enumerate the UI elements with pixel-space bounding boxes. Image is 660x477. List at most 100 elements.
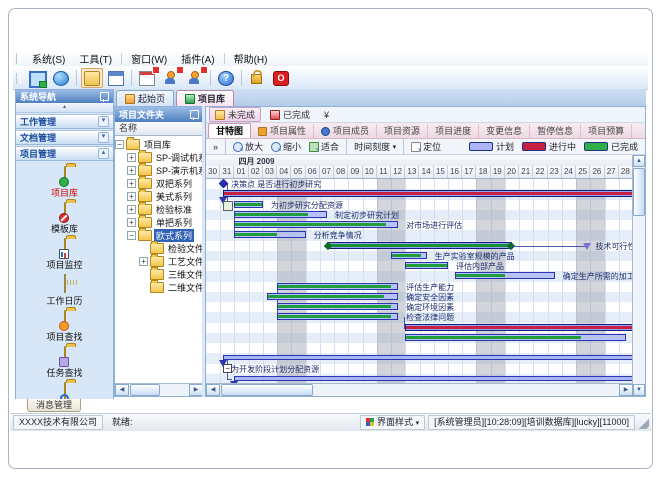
gantt-task-bar[interactable] xyxy=(234,231,305,238)
gantt-task-bar[interactable] xyxy=(234,221,398,228)
zoom-in-button[interactable]: 放大 xyxy=(229,140,267,153)
scroll-left-icon[interactable]: ◀ xyxy=(115,384,129,396)
filter-more-button[interactable]: ¥ xyxy=(319,108,334,121)
sidebar-section-work[interactable]: 工作管理 ▾ xyxy=(16,114,113,129)
screen-button[interactable] xyxy=(26,68,48,88)
menu-plugins[interactable]: 插件(A) xyxy=(174,50,221,67)
folder-button[interactable] xyxy=(81,68,103,88)
sidebar-item-project-library[interactable]: 项目库 xyxy=(16,167,113,199)
locate-button[interactable]: 定位 xyxy=(407,140,445,153)
lock-button[interactable] xyxy=(246,68,268,88)
tab-message-management[interactable]: 消息管理 xyxy=(27,399,81,412)
menu-system[interactable]: 系统(S) xyxy=(25,50,72,67)
gantt-task-bar[interactable] xyxy=(391,252,427,259)
expand-icon[interactable]: + xyxy=(127,179,136,188)
gantt-summary-bar[interactable] xyxy=(327,242,512,249)
user-group-button[interactable] xyxy=(184,68,206,88)
scroll-left-icon[interactable]: ◀ xyxy=(206,384,220,396)
sidebar-item-project-monitor[interactable]: 项目监控 xyxy=(16,239,113,271)
globe-button[interactable] xyxy=(50,68,72,88)
gantt-task-bar[interactable] xyxy=(234,201,262,208)
sidebar-item-work-calendar[interactable]: 工作日历 xyxy=(16,275,113,307)
gantt-task-bar[interactable] xyxy=(267,293,398,300)
gantt-task-bar[interactable] xyxy=(234,211,327,218)
resize-grip-icon[interactable] xyxy=(639,419,649,429)
fit-button[interactable]: 适合 xyxy=(305,140,343,153)
scroll-up-icon[interactable]: ▲ xyxy=(633,155,645,167)
sidebar-collapse-strip[interactable]: ▴ xyxy=(16,103,113,113)
overflow-button[interactable]: » xyxy=(209,140,222,153)
gantt-task-bar[interactable] xyxy=(405,262,448,269)
tree-item[interactable]: +单把系列 xyxy=(115,216,203,229)
menu-window[interactable]: 窗口(W) xyxy=(124,50,174,67)
tree-item-selected[interactable]: −欧式系列 xyxy=(115,229,203,242)
zoom-out-button[interactable]: 缩小 xyxy=(267,140,305,153)
tree-item[interactable]: +工艺文件 xyxy=(115,255,203,268)
scroll-right-icon[interactable]: ▶ xyxy=(189,384,203,396)
pin-icon[interactable] xyxy=(100,92,109,101)
tree-item[interactable]: +三维文件 xyxy=(115,268,203,281)
sidebar-item-task-search[interactable]: 任务查找 xyxy=(16,347,113,379)
tree-item[interactable]: +双把系列 xyxy=(115,177,203,190)
tree-item[interactable]: +二维文件 xyxy=(115,281,203,294)
collapse-icon[interactable]: − xyxy=(115,140,124,149)
scroll-thumb[interactable] xyxy=(130,384,160,396)
scroll-right-icon[interactable]: ▶ xyxy=(619,384,633,396)
tab-project-resources[interactable]: 项目资源 xyxy=(377,124,428,138)
tab-project-properties[interactable]: 项目属性 xyxy=(251,124,314,138)
tree-horizontal-scrollbar[interactable]: ◀ ▶ xyxy=(115,383,203,396)
tab-project-progress[interactable]: 项目进度 xyxy=(428,124,479,138)
help-button[interactable]: ? xyxy=(215,68,237,88)
gantt-task-bar[interactable] xyxy=(455,272,555,279)
tab-pause-info[interactable]: 暂停信息 xyxy=(530,124,581,138)
milestone-icon[interactable] xyxy=(583,243,591,250)
gantt-vertical-scrollbar[interactable]: ▲ ▼ xyxy=(632,155,645,396)
exit-button[interactable]: O xyxy=(270,68,292,88)
calendar-button[interactable] xyxy=(136,68,158,88)
chevron-down-icon[interactable]: ▾ xyxy=(98,116,109,127)
collapse-icon[interactable]: − xyxy=(127,231,136,240)
gantt-summary-bar[interactable] xyxy=(223,190,633,197)
chevron-down-icon[interactable]: ▾ xyxy=(98,132,109,143)
gantt-task-bar[interactable] xyxy=(277,303,398,310)
gantt-task-bar[interactable] xyxy=(405,334,626,341)
gantt-horizontal-scrollbar[interactable]: ◀ ▶ xyxy=(206,383,633,396)
expand-icon[interactable]: + xyxy=(127,218,136,227)
expand-icon[interactable]: + xyxy=(127,205,136,214)
tree-item[interactable]: +检验文件 xyxy=(115,242,203,255)
tab-gantt[interactable]: 甘特图 xyxy=(208,123,251,138)
sidebar-item-project-search[interactable]: 项目查找 xyxy=(16,311,113,343)
ui-style-button[interactable]: 界面样式 ▾ xyxy=(360,415,425,430)
tree-item[interactable]: +SP-调试机系 xyxy=(115,151,203,164)
gantt-summary-bar[interactable] xyxy=(405,324,633,331)
chevron-up-icon[interactable]: ▴ xyxy=(98,148,109,159)
user-button[interactable] xyxy=(160,68,182,88)
gantt-plan-bar[interactable] xyxy=(223,355,633,360)
sidebar-section-project[interactable]: 项目管理 ▴ xyxy=(16,146,113,161)
timescale-dropdown[interactable]: 时间刻度 ▾ xyxy=(350,140,400,153)
menu-help[interactable]: 帮助(H) xyxy=(227,50,275,67)
tab-project-members[interactable]: 项目成员 xyxy=(314,124,377,138)
expand-icon[interactable]: + xyxy=(127,166,136,175)
tab-project-library[interactable]: 项目库 xyxy=(176,90,234,106)
filter-finished-button[interactable]: 已完成 xyxy=(265,108,315,121)
tree-item[interactable]: +美式系列 xyxy=(115,190,203,203)
sidebar-section-document[interactable]: 文档管理 ▾ xyxy=(16,130,113,145)
scroll-down-icon[interactable]: ▼ xyxy=(633,384,645,396)
sidebar-item-template-library[interactable]: 模板库 xyxy=(16,203,113,235)
tree-item[interactable]: +检验标准 xyxy=(115,203,203,216)
gantt-task-bar[interactable] xyxy=(277,283,398,290)
tab-change-info[interactable]: 变更信息 xyxy=(479,124,530,138)
expand-icon[interactable]: + xyxy=(127,153,136,162)
tree-item[interactable]: +SP-演示机系 xyxy=(115,164,203,177)
scroll-thumb[interactable] xyxy=(633,168,645,216)
expand-icon[interactable]: + xyxy=(127,192,136,201)
tree-item[interactable]: −项目库 xyxy=(115,138,203,151)
tab-start-page[interactable]: 起始页 xyxy=(116,90,174,106)
filter-unfinished-button[interactable]: 未完成 xyxy=(209,107,261,122)
pin-icon[interactable] xyxy=(190,110,199,119)
gantt-task-bar[interactable] xyxy=(277,313,398,320)
tab-project-budget[interactable]: 项目预算 xyxy=(581,124,632,138)
expand-icon[interactable]: + xyxy=(139,257,148,266)
drag-grip-icon[interactable] xyxy=(16,53,21,64)
